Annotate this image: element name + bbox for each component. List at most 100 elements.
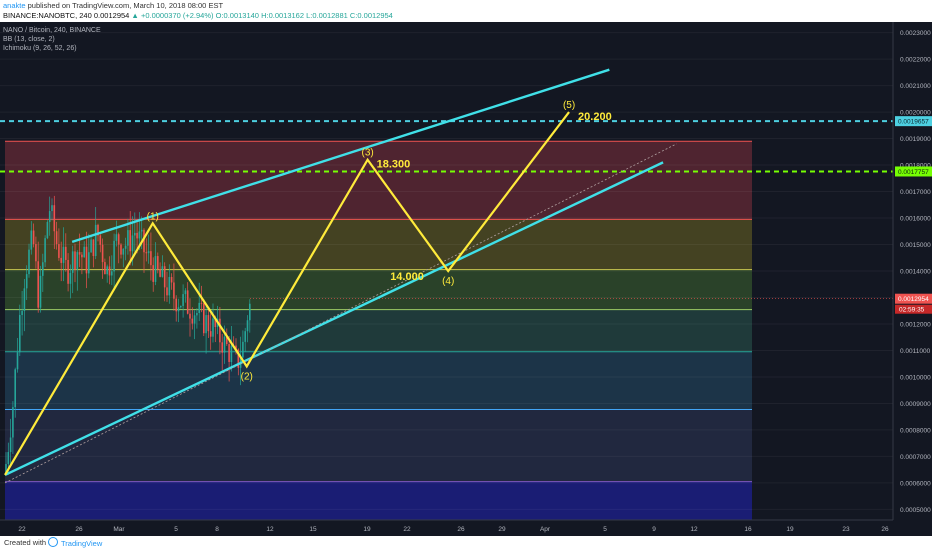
candle-body xyxy=(53,205,56,232)
chart-area[interactable]: (1) (2) (3) 18.300 (4) 14.000 (5) 20.200 0.00230… xyxy=(0,22,932,536)
candle-body xyxy=(163,266,166,288)
last-price: 0.0012954 xyxy=(93,11,130,20)
x-tick-label: 8 xyxy=(215,526,219,533)
price-chart[interactable]: (1) (2) (3) 18.300 (4) 14.000 (5)20.200 0.00230… xyxy=(0,22,932,536)
candle-body xyxy=(173,282,175,299)
candle-body xyxy=(249,303,251,321)
x-tick-label: Apr xyxy=(540,526,551,533)
candle-body xyxy=(32,230,35,245)
candle-body xyxy=(157,256,159,270)
candle-body xyxy=(154,256,157,282)
candle-body xyxy=(161,266,164,277)
tradingview-brand[interactable]: TradingView xyxy=(48,537,102,548)
y-tick-label: 0.0007000 xyxy=(900,454,931,461)
candle-body xyxy=(46,222,49,239)
candle-body xyxy=(212,318,214,337)
candle-body xyxy=(23,288,26,311)
wave-label: (3) xyxy=(361,148,373,159)
created-with-label: Created with xyxy=(4,538,47,547)
candle-body xyxy=(12,407,14,438)
ohlc-values: O:0.0013140 H:0.0013162 L:0.0012881 C:0.… xyxy=(215,11,393,20)
wave-label: (2) xyxy=(241,371,253,382)
green-level-tag: 0.0017757 xyxy=(898,169,929,176)
candle-body xyxy=(136,232,138,239)
wave-value-label: 18.300 xyxy=(377,159,411,171)
candle-body xyxy=(7,452,10,465)
candle-body xyxy=(16,352,19,370)
candle-body xyxy=(117,234,120,245)
footer: Created with TradingView xyxy=(0,536,932,550)
wave-value-label: 14.000 xyxy=(390,271,424,283)
candle-body xyxy=(127,230,129,246)
legend-bb[interactable]: BB (13, close, 2) xyxy=(3,35,101,44)
candle-body xyxy=(83,246,85,258)
candle-body xyxy=(228,344,230,362)
candle-body xyxy=(246,320,249,332)
y-tick-label: 0.0019000 xyxy=(900,136,931,143)
legend-title: NANO / Bitcoin, 240, BINANCE xyxy=(3,27,101,34)
candle-body xyxy=(71,251,74,273)
candle-body xyxy=(58,244,60,258)
candle-body xyxy=(81,254,83,258)
y-tick-label: 0.0020000 xyxy=(900,110,931,117)
legend-ichimoku[interactable]: Ichimoku (9, 26, 52, 26) xyxy=(3,44,101,53)
author-link[interactable]: anakte xyxy=(3,1,26,10)
symbol-name: BINANCE:NANOBTC, 240 xyxy=(3,11,92,20)
up-arrow-icon: ▲ xyxy=(131,11,139,20)
y-tick-label: 0.0012000 xyxy=(900,321,931,328)
candle-body xyxy=(39,275,42,308)
x-tick-label: 29 xyxy=(498,526,506,533)
x-tick-label: 16 xyxy=(744,526,752,533)
x-tick-label: 12 xyxy=(266,526,274,533)
candle-body xyxy=(182,294,184,306)
candle-body xyxy=(108,266,111,276)
candle-body xyxy=(196,312,198,316)
y-tick-label: 0.0006000 xyxy=(900,480,931,487)
indicator-legend: NANO / Bitcoin, 240, BINANCE BB (13, clo… xyxy=(3,26,101,53)
price-change: +0.0000370 (+2.94%) xyxy=(140,11,214,20)
x-tick-label: 19 xyxy=(363,526,371,533)
candle-body xyxy=(67,259,69,284)
candle-body xyxy=(101,244,104,263)
candle-body xyxy=(159,269,161,277)
tradingview-logo-icon xyxy=(48,537,58,547)
candle-body xyxy=(115,234,118,241)
candle-body xyxy=(180,305,182,308)
candle-body xyxy=(78,252,81,255)
y-tick-label: 0.0023000 xyxy=(900,30,931,37)
y-tick-label: 0.0010000 xyxy=(900,374,931,381)
wave-label: (4) xyxy=(442,276,454,287)
x-tick-label: 12 xyxy=(690,526,698,533)
symbol-quote: BINANCE:NANOBTC, 240 0.0012954 ▲ +0.0000… xyxy=(3,11,393,20)
candle-body xyxy=(175,298,177,312)
candle-body xyxy=(219,318,221,343)
candle-body xyxy=(48,211,51,223)
y-tick-label: 0.0021000 xyxy=(900,83,931,90)
candle-body xyxy=(111,271,113,276)
candle-body xyxy=(51,205,53,212)
wave-value-label: 20.200 xyxy=(578,111,612,123)
y-tick-label: 0.0022000 xyxy=(900,57,931,64)
candle-body xyxy=(131,235,134,252)
y-tick-label: 0.0009000 xyxy=(900,401,931,408)
y-tick-label: 0.0017000 xyxy=(900,189,931,196)
candle-body xyxy=(92,239,95,257)
candle-body xyxy=(223,336,226,353)
wave-label: (5) xyxy=(563,100,575,111)
candle-body xyxy=(21,310,23,315)
candle-body xyxy=(138,231,141,239)
x-tick-label: 22 xyxy=(18,526,26,533)
candle-body xyxy=(147,251,150,254)
candle-body xyxy=(88,252,90,274)
candle-body xyxy=(124,245,127,249)
candle-body xyxy=(94,224,97,257)
candle-body xyxy=(129,230,131,252)
candle-body xyxy=(193,315,196,324)
fib-band xyxy=(5,351,752,410)
candle-body xyxy=(200,302,203,304)
candle-body xyxy=(60,257,62,263)
candle-body xyxy=(177,307,180,312)
x-tick-label: 5 xyxy=(603,526,607,533)
candle-body xyxy=(140,229,143,232)
x-tick-label: 26 xyxy=(75,526,83,533)
